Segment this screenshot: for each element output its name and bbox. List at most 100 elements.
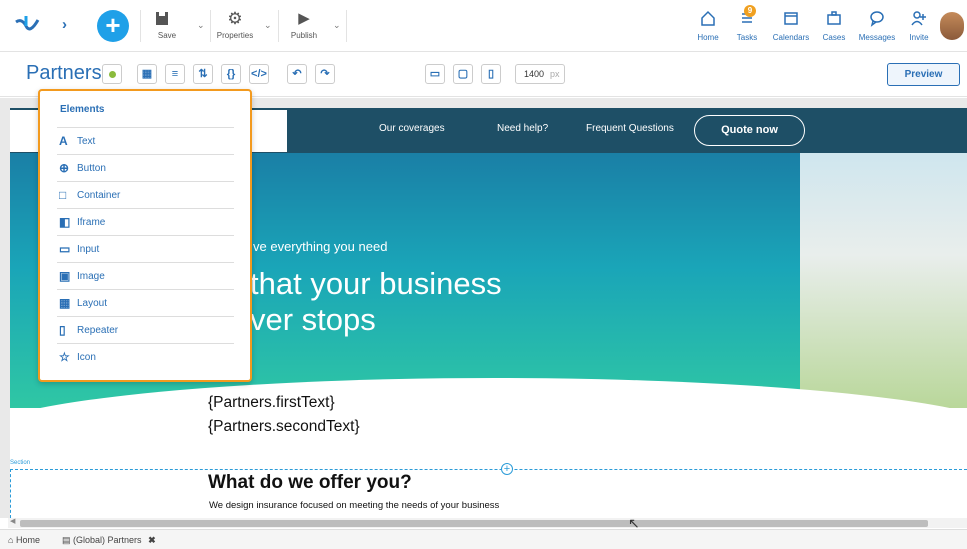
- tablet-view-button[interactable]: ▢: [453, 64, 473, 84]
- button-icon: ⊕: [59, 161, 70, 175]
- publish-button[interactable]: ▶ Publish: [287, 9, 321, 45]
- element-input[interactable]: ▭ Input: [57, 235, 234, 262]
- scrollbar-thumb[interactable]: [20, 520, 928, 527]
- code-button[interactable]: </>: [249, 64, 269, 84]
- element-image[interactable]: ▣ Image: [57, 262, 234, 289]
- preview-button[interactable]: Preview: [887, 63, 960, 86]
- iframe-icon: ◧: [59, 215, 71, 229]
- element-repeater[interactable]: ▯ Repeater: [57, 316, 234, 343]
- mobile-view-button[interactable]: ▯: [481, 64, 501, 84]
- publish-dropdown-chevron-icon[interactable]: ⌄: [333, 20, 341, 31]
- briefcase-icon: [827, 11, 841, 25]
- user-avatar[interactable]: [940, 12, 964, 40]
- elements-menu: Elements A Text ⊕ Button □ Container ◧ Ifram…: [38, 89, 252, 382]
- first-text-field[interactable]: {Partners.firstText}: [208, 394, 335, 412]
- expand-chevron-icon[interactable]: ›: [62, 16, 67, 33]
- save-dropdown-chevron-icon[interactable]: ⌄: [197, 20, 205, 31]
- divider: [346, 10, 347, 42]
- publish-label: Publish: [290, 31, 318, 40]
- bottom-tab-bar: ⌂ Home ▤ (Global) Partners ✖: [0, 529, 967, 549]
- save-icon: [156, 12, 168, 25]
- hero-title[interactable]: that your business ver stops: [250, 266, 502, 338]
- element-iframe[interactable]: ◧ Iframe: [57, 208, 234, 235]
- code-icon: </>: [251, 68, 267, 80]
- repeater-icon: ▯: [59, 323, 66, 337]
- nav-link[interactable]: Our coverages: [379, 123, 445, 134]
- element-label: Image: [77, 271, 105, 282]
- element-button[interactable]: ⊕ Button: [57, 154, 234, 181]
- nav-link[interactable]: Frequent Questions: [586, 123, 674, 134]
- close-tab-icon[interactable]: ✖: [148, 535, 156, 545]
- script-button[interactable]: {}: [221, 64, 241, 84]
- desktop-view-button[interactable]: ▭: [425, 64, 445, 84]
- add-button[interactable]: +: [97, 10, 129, 42]
- redo-button[interactable]: ↷: [315, 64, 335, 84]
- save-button[interactable]: Save: [152, 9, 182, 45]
- status-dot-icon: [108, 71, 116, 78]
- hero-person-image[interactable]: [800, 153, 967, 408]
- nav-link[interactable]: Need help?: [497, 123, 548, 134]
- data-button[interactable]: ⇅: [193, 64, 213, 84]
- layers-icon: ≡: [171, 68, 179, 80]
- nav-tasks-label: Tasks: [736, 33, 758, 42]
- elements-button[interactable]: ▦: [137, 64, 157, 84]
- home-icon: [701, 10, 715, 26]
- star-icon: ☆: [59, 350, 70, 364]
- horizontal-scrollbar[interactable]: ◀: [8, 518, 967, 528]
- element-container[interactable]: □ Container: [57, 181, 234, 208]
- width-value: 1400: [524, 69, 545, 79]
- element-layout[interactable]: ▦ Layout: [57, 289, 234, 316]
- mobile-icon: ▯: [487, 68, 495, 80]
- status-indicator[interactable]: [102, 64, 122, 84]
- divider: [140, 10, 141, 42]
- nav-invite-label: Invite: [909, 33, 929, 42]
- width-unit: px: [550, 69, 560, 79]
- element-label: Icon: [77, 352, 96, 363]
- nav-tasks[interactable]: 9 Tasks: [722, 5, 772, 42]
- divider: [210, 10, 211, 42]
- properties-dropdown-chevron-icon[interactable]: ⌄: [264, 20, 272, 31]
- play-icon: ▶: [298, 10, 310, 27]
- page-title: Partners: [26, 62, 102, 84]
- section-label: Section: [10, 460, 31, 466]
- element-text[interactable]: A Text: [57, 127, 234, 154]
- gear-icon: ⚙: [227, 9, 243, 28]
- elements-menu-title: Elements: [60, 104, 105, 115]
- nav-invite[interactable]: Invite: [894, 9, 944, 42]
- input-icon: ▭: [59, 242, 71, 256]
- undo-icon: ↶: [292, 68, 302, 80]
- tab-partners[interactable]: ▤ (Global) Partners ✖: [62, 535, 156, 546]
- element-label: Iframe: [77, 217, 106, 228]
- container-icon: □: [59, 188, 67, 202]
- add-section-plus-icon[interactable]: +: [501, 463, 513, 475]
- hero-subtitle[interactable]: ve everything you need: [253, 239, 387, 254]
- element-label: Repeater: [77, 325, 119, 336]
- tab-home-label: Home: [15, 535, 40, 545]
- width-input[interactable]: 1400 px: [515, 64, 565, 84]
- section-outline: [10, 469, 11, 518]
- laptop-icon: ▭: [429, 68, 441, 80]
- tab-home[interactable]: ⌂ Home: [8, 535, 40, 545]
- offer-subtitle[interactable]: We design insurance focused on meeting t…: [209, 500, 499, 511]
- home-icon: ⌂: [8, 535, 14, 545]
- add-user-icon: [911, 11, 926, 26]
- mouse-cursor-icon: ↖: [628, 515, 640, 531]
- braces-icon: {}: [226, 68, 236, 80]
- undo-button[interactable]: ↶: [287, 64, 307, 84]
- data-icon: ⇅: [198, 68, 208, 80]
- element-label: Input: [77, 244, 100, 255]
- tasks-badge: 9: [744, 5, 756, 17]
- divider: [278, 10, 279, 42]
- second-text-field[interactable]: {Partners.secondText}: [208, 418, 360, 436]
- properties-button[interactable]: ⚙ Properties: [215, 9, 255, 45]
- offer-title[interactable]: What do we offer you?: [208, 472, 412, 494]
- quote-now-button[interactable]: Quote now: [694, 115, 805, 146]
- page-icon: ▤: [62, 535, 71, 545]
- app-logo-icon[interactable]: [14, 14, 40, 36]
- layout-icon: ▦: [59, 296, 71, 310]
- scroll-left-arrow-icon[interactable]: ◀: [10, 517, 15, 525]
- hero-title-line: that your business: [250, 266, 502, 301]
- redo-icon: ↷: [320, 68, 330, 80]
- element-icon[interactable]: ☆ Icon: [57, 343, 234, 370]
- layers-button[interactable]: ≡: [165, 64, 185, 84]
